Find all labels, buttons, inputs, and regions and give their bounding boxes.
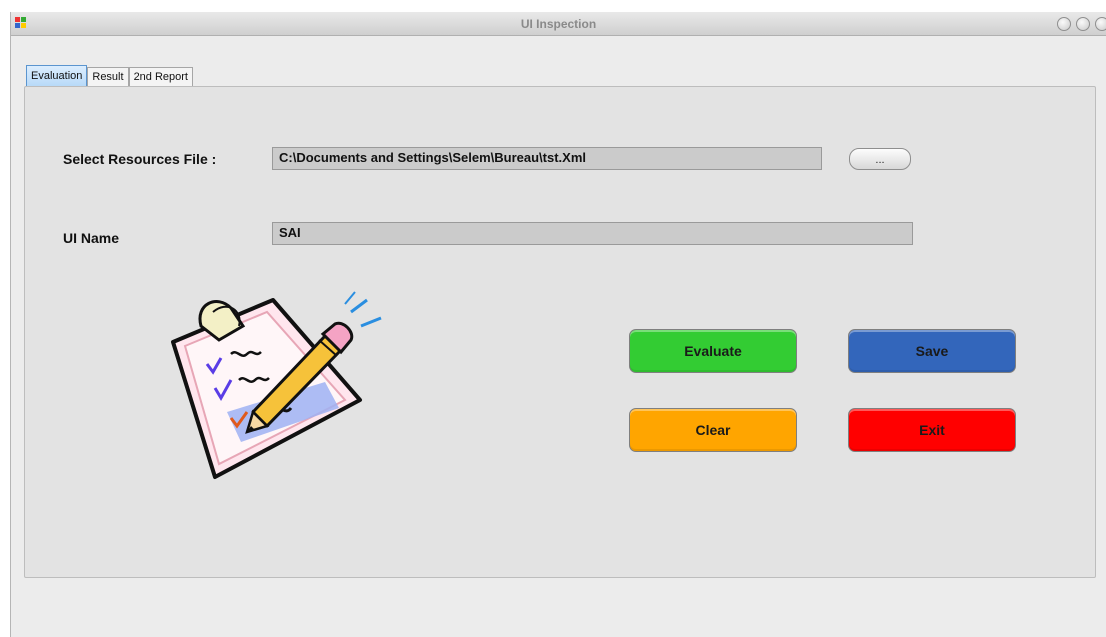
tab-strip: Evaluation Result 2nd Report [26,65,193,87]
ui-name-label: UI Name [63,230,120,246]
close-button[interactable] [1095,17,1106,31]
resources-file-field[interactable]: C:\Documents and Settings\Selem\Bureau\t… [272,147,822,170]
clear-button[interactable]: Clear [629,408,797,452]
save-button-label: Save [915,343,949,359]
browse-button[interactable]: ... [849,148,911,170]
exit-button-label: Exit [919,422,945,438]
save-button[interactable]: Save [848,329,1016,373]
tab-2nd-report[interactable]: 2nd Report [128,67,193,87]
minimize-button[interactable] [1057,17,1071,31]
ui-name-field[interactable]: SAI [272,222,913,245]
browse-button-label: ... [875,154,885,166]
title-bar[interactable]: UI Inspection [11,12,1106,36]
tab-result[interactable]: Result [87,67,129,87]
maximize-button[interactable] [1076,17,1090,31]
window-title: UI Inspection [520,17,597,31]
tab-evaluation[interactable]: Evaluation [26,65,88,87]
evaluate-button-label: Evaluate [684,343,742,359]
clear-button-label: Clear [695,422,731,438]
resources-file-label: Select Resources File : [63,151,217,167]
exit-button[interactable]: Exit [848,408,1016,452]
clipboard-checklist-pencil-icon [171,291,382,479]
evaluate-button[interactable]: Evaluate [629,329,797,373]
